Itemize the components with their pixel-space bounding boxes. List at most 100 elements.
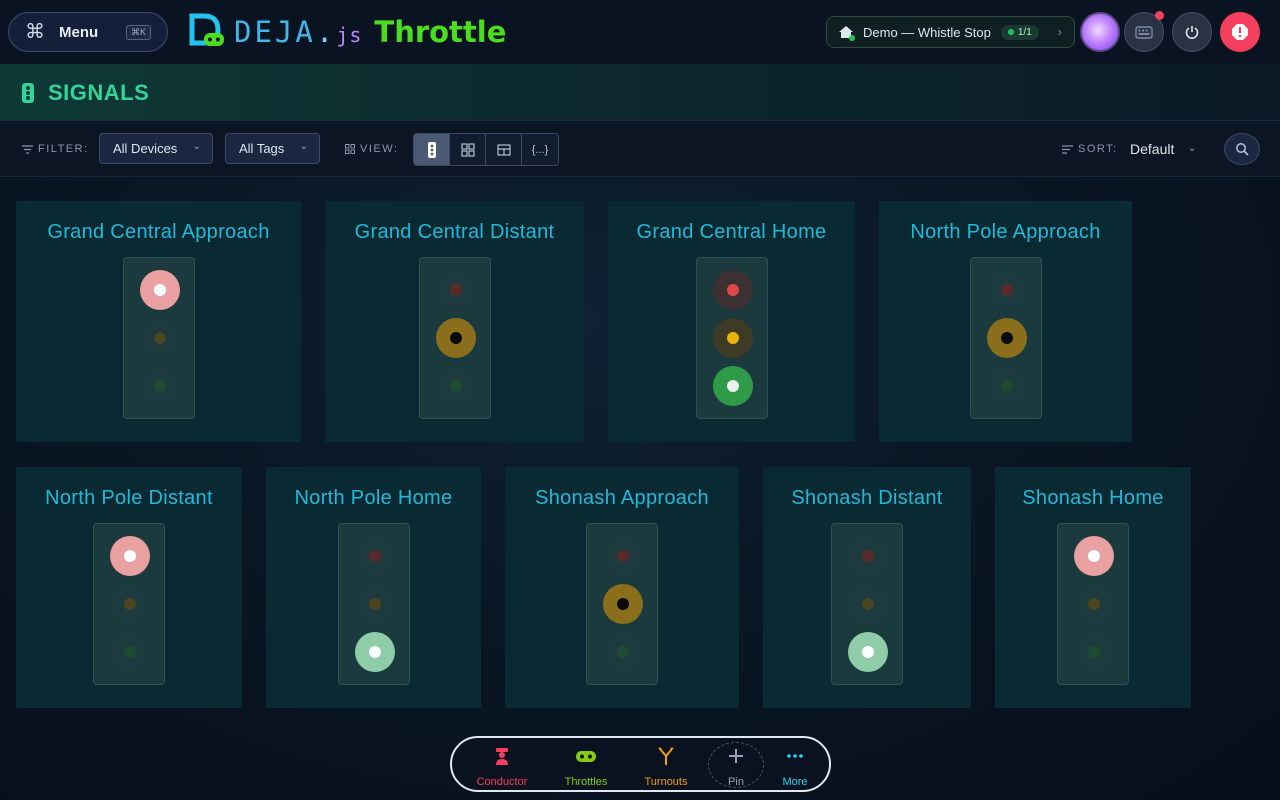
view-label: VIEW: [345,143,398,155]
view-json-button[interactable]: {...} [522,134,558,165]
red-lamp-core [727,284,739,296]
tag-filter-value: All Tags [239,141,285,156]
yellow-lamp-core [1088,598,1100,610]
keyboard-button[interactable] [1124,11,1164,52]
green-lamp [848,632,888,672]
filter-icon [22,144,33,154]
plus-icon [729,749,743,763]
alert-octagon-icon [1232,24,1248,40]
signal-card[interactable]: Shonash Home [995,467,1191,708]
signal-name: Grand Central Distant [354,221,555,243]
page-header: SIGNALS [0,64,1280,121]
brand-wordmark: DEJA.js [234,15,362,49]
green-lamp-core [369,646,381,658]
notification-dot [1155,11,1164,20]
red-lamp [110,536,150,576]
yellow-lamp [110,584,150,624]
signal-head [970,257,1042,419]
conductor-icon [496,748,508,765]
menu-button[interactable]: ⌘ Menu ⌘K [8,12,168,52]
yellow-lamp-core [1001,332,1013,344]
deja-logo-icon [189,13,224,46]
view-label-text: VIEW: [360,143,399,155]
bottom-nav: Conductor Throttles Turnouts Pin More [450,736,831,792]
search-icon [1236,143,1249,156]
yellow-lamp [848,584,888,624]
red-lamp [603,536,643,576]
signal-head [1057,523,1129,685]
toolbar: FILTER: All Devices ⌄ All Tags ⌄ VIEW: {… [0,121,1280,177]
menu-shortcut: ⌘K [125,25,151,40]
filter-label: FILTER: [22,143,89,155]
app-logo[interactable]: DEJA.js Throttle [188,13,506,51]
sort-label: SORT: [1062,143,1118,155]
gamepad-icon [576,751,596,762]
emergency-stop-button[interactable] [1220,12,1260,52]
tag-filter-select[interactable]: All Tags ⌄ [225,133,320,164]
green-lamp [1074,632,1114,672]
chevron-down-icon: ⌄ [299,141,308,152]
signal-head [93,523,165,685]
nav-throttles[interactable]: Throttles [551,746,621,788]
signal-card[interactable]: Grand Central Distant [325,201,584,442]
yellow-lamp [355,584,395,624]
red-lamp-core [450,284,462,296]
brand-deja: DEJA [234,15,316,49]
red-lamp [140,270,180,310]
signal-card[interactable]: North Pole Approach [879,201,1132,442]
user-avatar[interactable] [1080,12,1120,52]
grid-icon [345,144,355,154]
signal-head [419,257,491,419]
nav-more[interactable]: More [760,746,830,788]
signal-card[interactable]: North Pole Distant [16,467,242,708]
signal-head [586,523,658,685]
signal-name: Grand Central Approach [47,221,270,243]
yellow-lamp [436,318,476,358]
sort-label-text: SORT: [1078,143,1118,155]
yellow-lamp-core [727,332,739,344]
red-lamp-core [1001,284,1013,296]
brand-dot: . [315,15,337,49]
green-lamp-core [450,380,462,392]
nav-conductor[interactable]: Conductor [467,746,537,788]
red-lamp-core [617,550,629,562]
green-lamp [987,366,1027,406]
signal-name: Shonash Distant [791,487,943,509]
red-lamp-core [1088,550,1100,562]
signal-name: Shonash Home [1022,487,1164,509]
green-lamp-core [617,646,629,658]
red-lamp-core [124,550,136,562]
grid-icon [460,142,475,157]
red-lamp [1074,536,1114,576]
page-title: SIGNALS [48,80,150,105]
signal-card[interactable]: Shonash Approach [505,467,739,708]
sort-select[interactable]: Default [1130,141,1174,157]
device-filter-select[interactable]: All Devices ⌄ [99,133,213,164]
search-button[interactable] [1224,133,1260,165]
status-dot [1007,29,1014,35]
brand-js: js [336,23,363,47]
nav-turnouts[interactable]: Turnouts [631,746,701,788]
signal-card[interactable]: Shonash Distant [763,467,971,708]
yellow-lamp [140,318,180,358]
layout-selector[interactable]: Demo — Whistle Stop 1/1 › [826,16,1075,48]
yellow-lamp [987,318,1027,358]
green-lamp-core [727,380,739,392]
signal-card[interactable]: North Pole Home [266,467,481,708]
layout-name: Demo — Whistle Stop [863,24,991,40]
red-lamp [436,270,476,310]
signal-card[interactable]: Grand Central Home [608,201,855,442]
signal-card[interactable]: Grand Central Approach [16,201,301,442]
power-button[interactable] [1172,12,1212,52]
red-lamp [355,536,395,576]
nav-more-label: More [782,776,808,788]
view-grid-button[interactable] [450,134,486,165]
green-lamp [603,632,643,672]
view-table-button[interactable] [486,134,522,165]
view-signal-button[interactable] [414,134,450,165]
signal-head [831,523,903,685]
green-lamp-core [154,380,166,392]
signal-head [123,257,195,419]
nav-turnouts-label: Turnouts [644,776,688,788]
green-lamp [140,366,180,406]
